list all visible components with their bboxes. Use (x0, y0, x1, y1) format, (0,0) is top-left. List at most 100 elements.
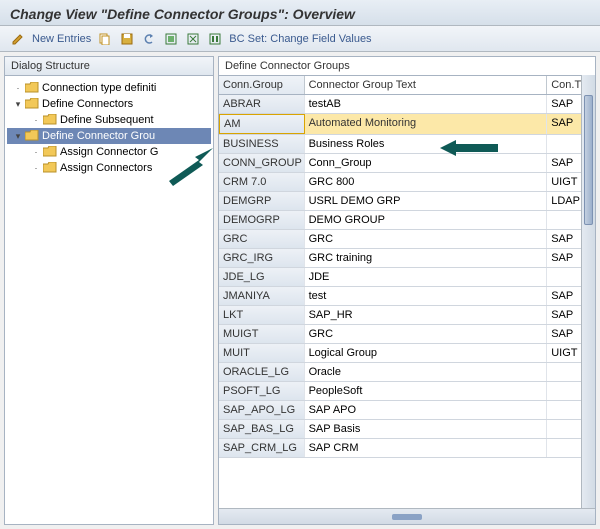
configure-icon[interactable] (207, 31, 223, 47)
table-cell[interactable]: DEMO GROUP (305, 211, 548, 229)
table-cell[interactable]: GRC (305, 325, 548, 343)
table-row[interactable]: BUSINESSBusiness Roles (219, 135, 595, 154)
horizontal-scrollbar-thumb[interactable] (392, 514, 422, 520)
tree-item[interactable]: · Connection type definiti (7, 80, 211, 96)
table-cell[interactable]: SAP CRM (305, 439, 548, 457)
table-cell[interactable]: Oracle (305, 363, 548, 381)
table-row[interactable]: GRCGRCSAP (219, 230, 595, 249)
tree-item[interactable]: · Assign Connector G (7, 144, 211, 160)
table-row[interactable]: CONN_GROUPConn_GroupSAP (219, 154, 595, 173)
chevron-down-icon[interactable]: ▾ (13, 131, 23, 142)
table-cell[interactable]: GRC_IRG (219, 249, 305, 267)
table-cell[interactable]: Business Roles (305, 135, 548, 153)
table-row[interactable]: JMANIYAtestSAP (219, 287, 595, 306)
table-cell[interactable]: MUIT (219, 344, 305, 362)
table-row[interactable]: SAP_BAS_LGSAP Basis (219, 420, 595, 439)
table-cell[interactable]: GRC 800 (305, 173, 548, 191)
table-cell[interactable]: AM (219, 114, 305, 134)
bc-set-button[interactable]: BC Set: Change Field Values (229, 33, 371, 45)
table-cell[interactable]: CONN_GROUP (219, 154, 305, 172)
copy-icon[interactable] (97, 31, 113, 47)
table-cell[interactable]: SAP APO (305, 401, 548, 419)
table-cell[interactable]: CRM 7.0 (219, 173, 305, 191)
table-cell[interactable]: ORACLE_LG (219, 363, 305, 381)
sidebar-heading: Dialog Structure (5, 57, 213, 76)
folder-icon (43, 162, 57, 174)
table-cell[interactable]: JDE (305, 268, 548, 286)
grid-panel: Define Connector Groups Conn.Group Conne… (218, 56, 596, 525)
deselect-all-icon[interactable] (185, 31, 201, 47)
table-cell[interactable]: PeopleSoft (305, 382, 548, 400)
table-cell[interactable]: JMANIYA (219, 287, 305, 305)
column-header-conn-group[interactable]: Conn.Group (219, 76, 305, 94)
tree-item[interactable]: ▾Define Connector Grou (7, 128, 211, 144)
folder-icon (25, 98, 39, 110)
table-cell[interactable]: DEMGRP (219, 192, 305, 210)
table-cell[interactable]: JDE_LG (219, 268, 305, 286)
pencil-icon[interactable] (10, 31, 26, 47)
table-cell[interactable]: test (305, 287, 548, 305)
tree-item-label: Assign Connector G (60, 146, 158, 158)
tree-item[interactable]: ▾ Define Connectors (7, 96, 211, 112)
table-cell[interactable]: ABRAR (219, 95, 305, 113)
table-cell[interactable]: GRC (219, 230, 305, 248)
table-cell[interactable]: LKT (219, 306, 305, 324)
tree-item-label: Connection type definiti (42, 82, 156, 94)
table-cell[interactable]: PSOFT_LG (219, 382, 305, 400)
horizontal-scrollbar[interactable] (219, 508, 595, 524)
table-cell[interactable]: GRC (305, 230, 548, 248)
table-row[interactable]: SAP_APO_LGSAP APO (219, 401, 595, 420)
grid-header-row: Conn.Group Connector Group Text Con.T (219, 76, 595, 95)
select-all-icon[interactable] (163, 31, 179, 47)
table-row[interactable]: DEMGRPUSRL DEMO GRPLDAP (219, 192, 595, 211)
table-cell[interactable]: USRL DEMO GRP (305, 192, 548, 210)
table-cell[interactable]: Logical Group (305, 344, 548, 362)
table-cell[interactable]: GRC training (305, 249, 548, 267)
table-row[interactable]: JDE_LGJDE (219, 268, 595, 287)
tree-item-label: Define Subsequent (60, 114, 154, 126)
page-title: Change View "Define Connector Groups": O… (10, 6, 590, 22)
tree-item-label: Define Connectors (42, 98, 133, 110)
window-title-bar: Change View "Define Connector Groups": O… (0, 0, 600, 26)
bullet-icon[interactable]: · (31, 147, 41, 157)
tree-item[interactable]: · Assign Connectors (7, 160, 211, 176)
new-entries-button[interactable]: New Entries (32, 33, 91, 45)
table-cell[interactable]: SAP_CRM_LG (219, 439, 305, 457)
table-cell[interactable]: DEMOGRP (219, 211, 305, 229)
chevron-down-icon[interactable]: ▾ (13, 99, 23, 110)
table-row[interactable]: PSOFT_LGPeopleSoft (219, 382, 595, 401)
table-cell[interactable]: testAB (305, 95, 548, 113)
table-row[interactable]: ABRARtestABSAP (219, 95, 595, 114)
table-cell[interactable]: SAP_APO_LG (219, 401, 305, 419)
table-cell[interactable]: Conn_Group (305, 154, 548, 172)
table-row[interactable]: CRM 7.0GRC 800UIGT (219, 173, 595, 192)
tree-item-label: Assign Connectors (60, 162, 152, 174)
vertical-scrollbar-thumb[interactable] (584, 95, 593, 225)
bullet-icon[interactable]: · (31, 115, 41, 125)
tree-item[interactable]: · Define Subsequent (7, 112, 211, 128)
app-toolbar: New Entries BC Set: Change Field Values (0, 26, 600, 52)
table-cell[interactable]: SAP_BAS_LG (219, 420, 305, 438)
undo-icon[interactable] (141, 31, 157, 47)
table-row[interactable]: AMAutomated MonitoringSAP (219, 114, 595, 135)
table-row[interactable]: ORACLE_LGOracle (219, 363, 595, 382)
dialog-structure-panel: Dialog Structure · Connection type defini… (4, 56, 214, 525)
table-cell[interactable]: SAP Basis (305, 420, 548, 438)
table-row[interactable]: DEMOGRPDEMO GROUP (219, 211, 595, 230)
table-row[interactable]: MUIGTGRCSAP (219, 325, 595, 344)
table-row[interactable]: GRC_IRGGRC trainingSAP (219, 249, 595, 268)
save-icon[interactable] (119, 31, 135, 47)
column-header-text[interactable]: Connector Group Text (305, 76, 548, 94)
table-row[interactable]: MUITLogical GroupUIGT (219, 344, 595, 363)
table-cell[interactable]: BUSINESS (219, 135, 305, 153)
folder-icon (25, 82, 39, 94)
table-row[interactable]: SAP_CRM_LGSAP CRM (219, 439, 595, 458)
table-cell[interactable]: Automated Monitoring (305, 114, 548, 134)
grid-title: Define Connector Groups (219, 57, 595, 76)
table-row[interactable]: LKTSAP_HRSAP (219, 306, 595, 325)
bullet-icon[interactable]: · (31, 163, 41, 173)
bullet-icon[interactable]: · (13, 83, 23, 93)
table-cell[interactable]: MUIGT (219, 325, 305, 343)
table-cell[interactable]: SAP_HR (305, 306, 548, 324)
vertical-scrollbar[interactable] (581, 75, 595, 508)
